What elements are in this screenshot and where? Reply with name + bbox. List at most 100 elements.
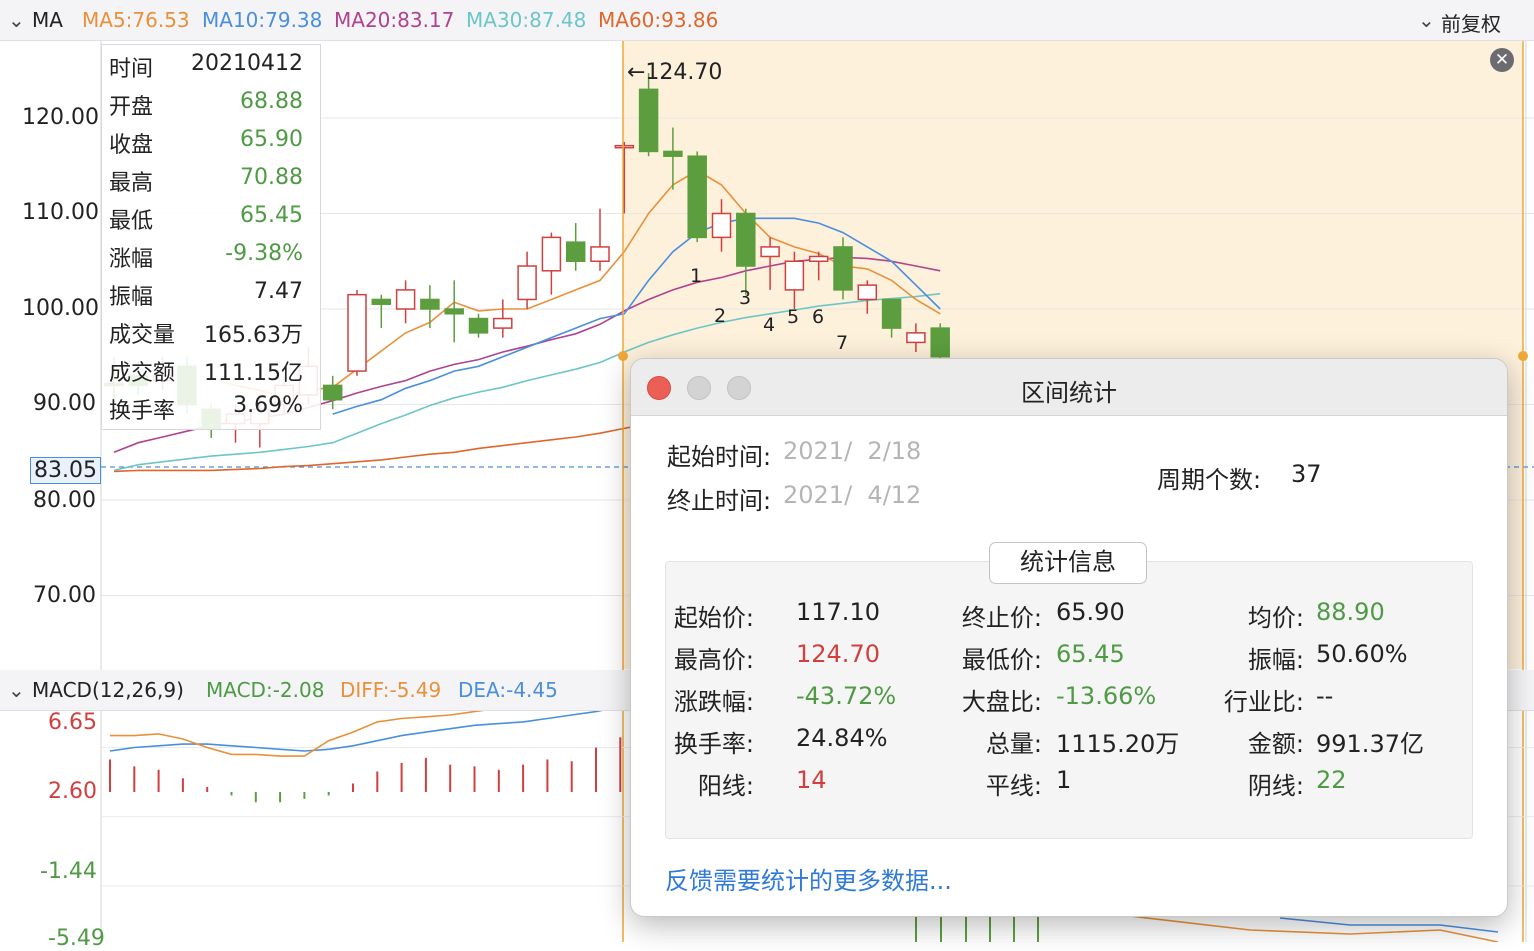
tooltip-value: 65.45 <box>240 203 303 228</box>
tooltip-key: 成交量 <box>109 323 176 348</box>
macd-y-tick: 6.65 <box>48 710 97 735</box>
crosshair-tooltip: 时间 20210412 开盘 68.88 收盘 65.90 最高 70.88 最低 65.… <box>101 44 321 430</box>
stat-key: 阳线: <box>697 772 754 800</box>
dea-value: DEA:-4.45 <box>458 678 558 702</box>
candle-body <box>420 298 440 310</box>
candle-body <box>590 246 610 263</box>
candle-body <box>881 298 902 329</box>
candle-body <box>347 293 367 372</box>
tooltip-value: 3.69% <box>233 393 303 418</box>
tooltip-value: 70.88 <box>240 165 303 190</box>
stat-value: 1 <box>1056 766 1072 794</box>
y-tick: 120.00 <box>22 105 99 130</box>
chevron-down-icon[interactable]: ⌄ <box>8 8 25 32</box>
start-time-value[interactable]: 2021/ 2/18 <box>783 437 921 465</box>
chevron-down-icon[interactable]: ⌄ <box>8 678 25 702</box>
stat-key: 最低价: <box>961 646 1042 674</box>
stat-value: -- <box>1316 682 1334 710</box>
stat-value: 991.37亿 <box>1316 730 1424 758</box>
end-time-value[interactable]: 2021/ 4/12 <box>783 481 921 509</box>
tooltip-value: 65.90 <box>240 127 303 152</box>
macd-y-tick: 2.60 <box>48 779 97 804</box>
stat-key: 平线: <box>985 772 1042 800</box>
y-tick: 70.00 <box>33 583 96 608</box>
tooltip-value: 20210412 <box>191 51 303 76</box>
tooltip-key: 最高 <box>109 171 154 196</box>
tooltip-key: 涨幅 <box>109 247 154 272</box>
stat-value: 22 <box>1316 766 1347 794</box>
stat-value: 65.90 <box>1056 598 1125 626</box>
stat-key: 振幅: <box>1247 646 1304 674</box>
ma5-value: MA5:76.53 <box>82 8 190 32</box>
tooltip-key: 换手率 <box>109 399 176 424</box>
candle-body <box>638 88 659 153</box>
stat-key: 大盘比: <box>961 688 1042 716</box>
candle-body <box>930 327 950 358</box>
tooltip-value: -9.38% <box>225 241 303 266</box>
candle-body <box>541 236 562 272</box>
candle-body <box>760 246 780 258</box>
range-stats-dialog: 区间统计 起始时间: 2021/ 2/18 终止时间: 2021/ 4/12 周… <box>630 358 1508 917</box>
ma10-value: MA10:79.38 <box>202 8 323 32</box>
candle-body <box>711 212 732 239</box>
stat-value: -43.72% <box>796 682 897 710</box>
candle-body <box>493 317 513 329</box>
tooltip-key: 振幅 <box>109 285 154 310</box>
selection-handle <box>1518 351 1528 361</box>
stats-panel: 起始价: 117.10 终止价: 65.90 均价: 88.90 最高价: 12… <box>665 561 1473 839</box>
tooltip-key: 开盘 <box>109 95 154 120</box>
feedback-link[interactable]: 反馈需要统计的更多数据... <box>665 861 952 896</box>
stat-key: 均价: <box>1247 604 1304 632</box>
macd-y-tick: -5.49 <box>48 926 105 951</box>
candle-body <box>808 255 829 263</box>
candle-body <box>906 332 926 344</box>
stat-value: 14 <box>796 766 827 794</box>
stat-value: 50.60% <box>1316 640 1408 668</box>
stat-value: -13.66% <box>1056 682 1157 710</box>
selection-handle <box>618 351 628 361</box>
macd-value: MACD:-2.08 <box>206 678 325 702</box>
y-tick: 110.00 <box>22 200 99 225</box>
stat-key: 金额: <box>1247 730 1304 758</box>
current-price-tag: 83.05 <box>30 457 101 484</box>
macd-y-tick: -1.44 <box>40 859 97 884</box>
stat-value: 117.10 <box>796 598 880 626</box>
candle-mark: 3 <box>739 287 752 309</box>
candle-body <box>444 308 464 315</box>
stat-key: 起始价: <box>673 604 754 632</box>
peak-price-label: ←124.70 <box>627 60 723 85</box>
candle-body <box>468 317 489 334</box>
candle-body <box>371 298 392 305</box>
stat-value: 65.45 <box>1056 640 1125 668</box>
dialog-title: 区间统计 <box>1021 379 1117 407</box>
end-time-label: 终止时间: <box>667 487 772 515</box>
adjust-select[interactable]: 前复权 <box>1441 8 1501 37</box>
stat-value: 124.70 <box>796 640 880 668</box>
tooltip-value: 111.15亿 <box>204 361 303 386</box>
candle-body <box>614 144 635 149</box>
y-tick: 80.00 <box>33 488 96 513</box>
candle-body <box>833 246 853 291</box>
stat-key: 终止价: <box>961 604 1042 632</box>
candle-body <box>322 384 343 401</box>
stat-key: 阴线: <box>1247 772 1304 800</box>
diff-line-tail <box>1129 915 1499 942</box>
candle-mark: 6 <box>812 306 825 328</box>
tooltip-key: 收盘 <box>109 133 154 158</box>
stat-key: 总量: <box>985 730 1042 758</box>
ma60-value: MA60:93.86 <box>598 8 719 32</box>
candle-body <box>395 289 416 310</box>
close-selection-icon[interactable]: ✕ <box>1490 48 1514 72</box>
candle-body <box>517 265 537 301</box>
tooltip-value: 165.63万 <box>204 323 303 348</box>
chevron-down-icon[interactable]: ⌄ <box>1418 8 1435 32</box>
stat-value: 24.84% <box>796 724 888 752</box>
candle-mark: 2 <box>714 305 727 327</box>
candle-mark: 1 <box>690 265 703 287</box>
stat-key: 行业比: <box>1223 688 1304 716</box>
ma30-value: MA30:87.48 <box>466 8 587 32</box>
period-count-value: 37 <box>1291 460 1322 488</box>
period-count-label: 周期个数: <box>1157 466 1262 494</box>
stat-value: 88.90 <box>1316 598 1385 626</box>
y-tick: 90.00 <box>33 391 96 416</box>
